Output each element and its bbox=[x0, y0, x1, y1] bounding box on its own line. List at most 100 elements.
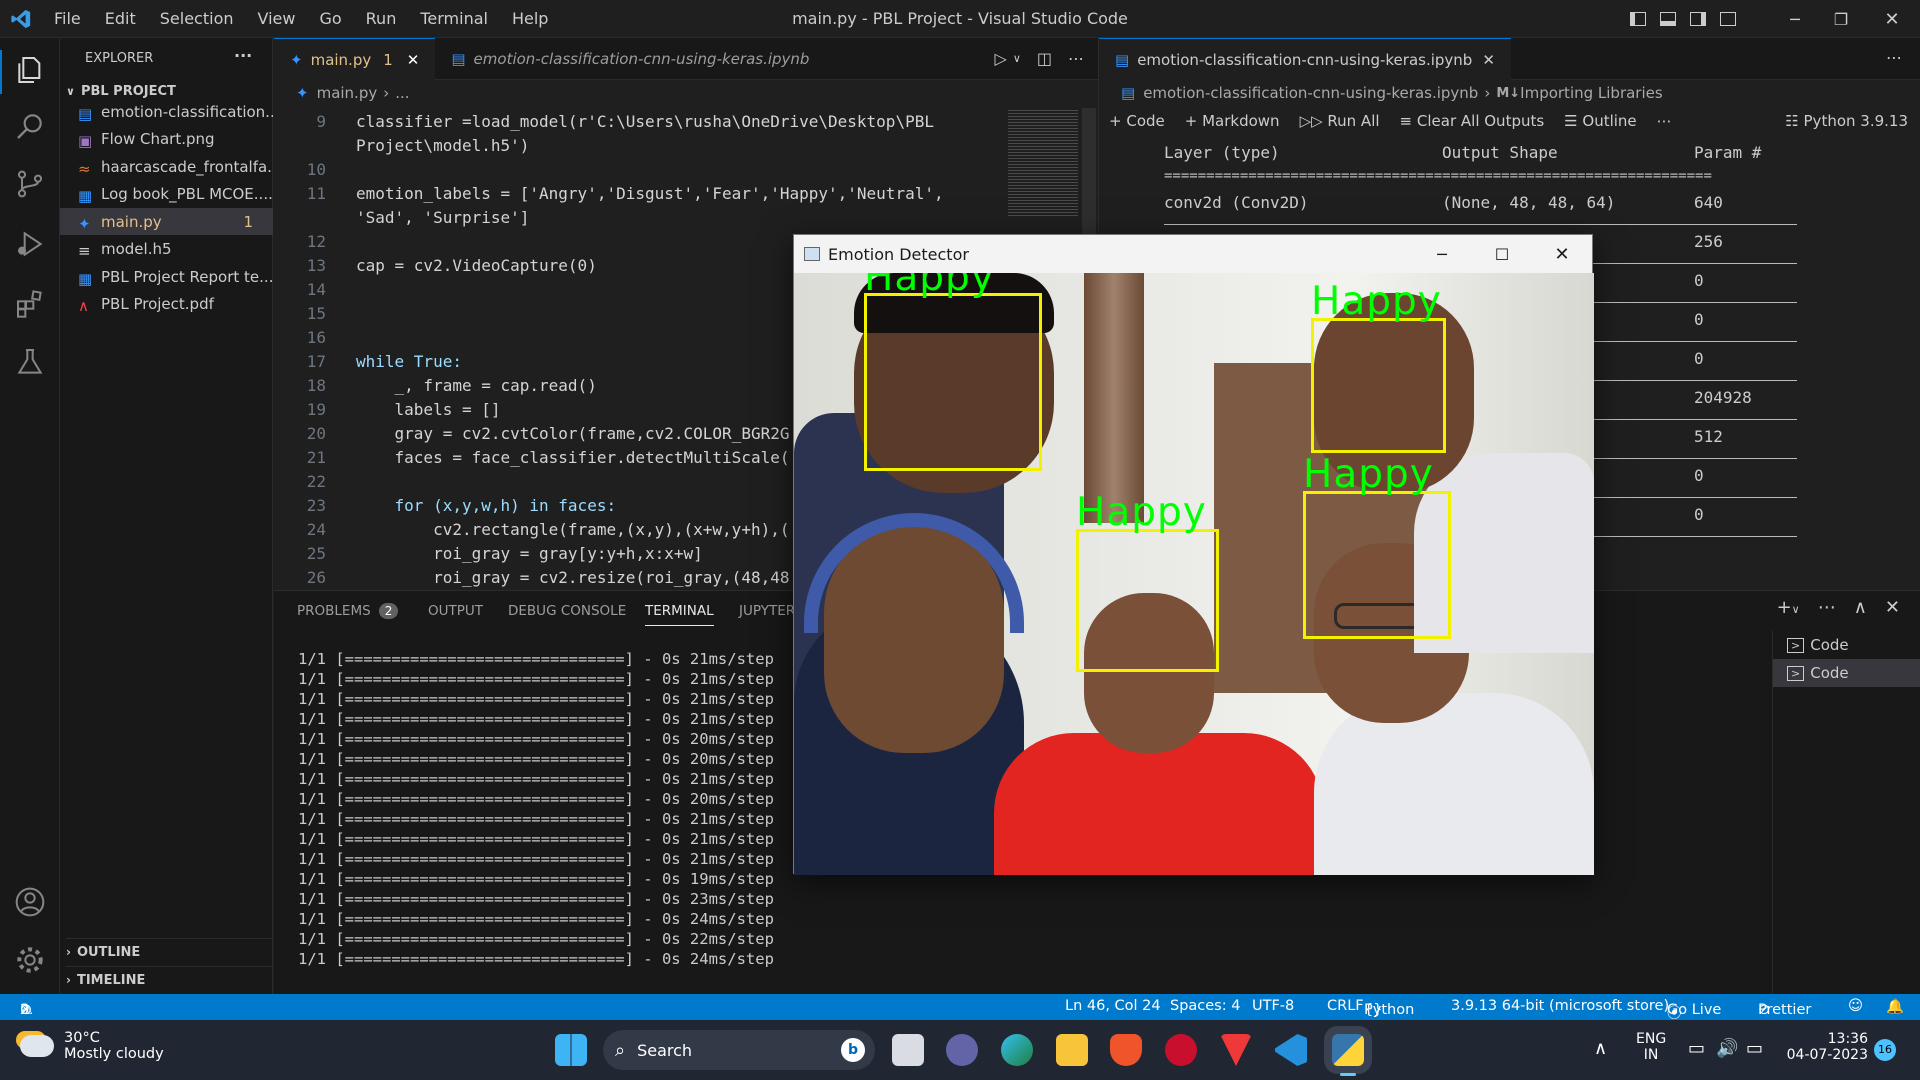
search-icon[interactable] bbox=[14, 110, 46, 142]
brave-browser-icon[interactable] bbox=[1110, 1034, 1142, 1066]
interpreter[interactable]: 3.9.13 64-bit (microsoft store) bbox=[1451, 998, 1669, 1014]
python-taskbar-icon[interactable] bbox=[1332, 1034, 1364, 1066]
run-all-button[interactable]: ▷▷ Run All bbox=[1300, 112, 1380, 130]
outline-section[interactable]: › OUTLINE bbox=[66, 938, 273, 960]
file-item[interactable]: ≡ model.h5 bbox=[60, 236, 273, 263]
windows-start-icon[interactable] bbox=[555, 1034, 587, 1066]
add-markdown-cell-button[interactable]: + Markdown bbox=[1185, 112, 1280, 130]
menu-item-terminal[interactable]: Terminal bbox=[420, 9, 488, 28]
indentation[interactable]: Spaces: 4 bbox=[1170, 998, 1240, 1014]
split-editor-icon[interactable]: ◫ bbox=[1037, 49, 1052, 68]
battery-icon[interactable]: ▭ bbox=[1746, 1038, 1763, 1059]
more-actions-icon[interactable]: ⋯ bbox=[1818, 597, 1836, 618]
notifications-bell-icon[interactable]: 🔔 bbox=[1886, 998, 1904, 1015]
tab-output[interactable]: OUTPUT bbox=[428, 603, 483, 619]
network-icon[interactable]: ▭ bbox=[1688, 1038, 1705, 1059]
minimap[interactable] bbox=[1008, 108, 1078, 218]
tab-main-py[interactable]: ✦ main.py 1 ✕ bbox=[274, 38, 436, 80]
taskbar-search[interactable]: ⌕ Search b bbox=[603, 1030, 875, 1070]
close-tab-icon[interactable]: ✕ bbox=[1482, 51, 1495, 69]
vscode-taskbar-icon[interactable] bbox=[1275, 1034, 1307, 1066]
file-item[interactable]: ▤ emotion-classification... bbox=[60, 98, 273, 125]
explorer-icon[interactable] bbox=[14, 54, 46, 86]
popup-close-button[interactable]: ✕ bbox=[1532, 244, 1592, 265]
tab-notebook[interactable]: ▤ emotion-classification-cnn-using-keras… bbox=[435, 38, 825, 80]
menu-item-view[interactable]: View bbox=[258, 9, 296, 28]
terminal-list-item[interactable]: > Code bbox=[1773, 631, 1920, 659]
run-file-icon[interactable]: ▷ bbox=[995, 49, 1007, 68]
terminal-output[interactable]: 1/1 [==============================] - 0… bbox=[298, 649, 774, 969]
close-window-button[interactable]: ✕ bbox=[1864, 9, 1920, 30]
vivaldi-icon[interactable] bbox=[1220, 1034, 1252, 1066]
maximize-panel-icon[interactable]: ∧ bbox=[1854, 597, 1867, 618]
popup-minimize-button[interactable]: ─ bbox=[1412, 245, 1472, 264]
tab-debug-console[interactable]: DEBUG CONSOLE bbox=[508, 603, 626, 619]
source-control-icon[interactable] bbox=[14, 168, 46, 200]
more-actions-icon[interactable]: ⋯ bbox=[1657, 112, 1672, 130]
file-item[interactable]: ▦ Log book_PBL MCOE.... bbox=[60, 181, 273, 208]
file-explorer-icon[interactable] bbox=[1056, 1034, 1088, 1066]
cursor-position[interactable]: Ln 46, Col 24 bbox=[1065, 998, 1161, 1014]
edge-browser-icon[interactable] bbox=[1001, 1034, 1033, 1066]
new-terminal-icon[interactable]: +∨ bbox=[1777, 597, 1800, 618]
activity-bar bbox=[0, 38, 60, 994]
file-item[interactable]: ≈ haarcascade_frontalfa... bbox=[60, 153, 273, 180]
toggle-panel-icon[interactable] bbox=[1660, 12, 1676, 26]
tab-problems[interactable]: PROBLEMS 2 bbox=[297, 603, 399, 619]
encoding[interactable]: UTF-8 bbox=[1252, 998, 1294, 1014]
tab-notebook-active[interactable]: ▤ emotion-classification-cnn-using-keras… bbox=[1099, 38, 1511, 80]
toggle-sidebar-icon[interactable] bbox=[1630, 12, 1646, 26]
project-folder-header[interactable]: ∨ PBL PROJECT bbox=[66, 84, 176, 99]
feedback-icon[interactable]: ☺ bbox=[1848, 998, 1863, 1014]
menu-item-go[interactable]: Go bbox=[319, 9, 341, 28]
timeline-section[interactable]: › TIMELINE bbox=[66, 966, 273, 988]
account-icon[interactable] bbox=[14, 886, 46, 918]
status-bar: ⊗ 0 ⚠ 2 Ln 46, Col 24 Spaces: 4 UTF-8 CR… bbox=[0, 994, 1920, 1022]
weather-widget[interactable]: 30°C Mostly cloudy bbox=[20, 1030, 164, 1062]
show-hidden-icons[interactable]: ∧ bbox=[1594, 1038, 1607, 1059]
outline-button[interactable]: ☰ Outline bbox=[1564, 112, 1636, 130]
menu-item-run[interactable]: Run bbox=[366, 9, 397, 28]
mcafee-icon[interactable] bbox=[1165, 1034, 1197, 1066]
file-item[interactable]: ▦ PBL Project Report te... bbox=[60, 263, 273, 290]
task-view-icon[interactable] bbox=[892, 1034, 924, 1066]
run-debug-icon[interactable] bbox=[14, 228, 46, 260]
testing-icon[interactable] bbox=[14, 346, 46, 378]
kernel-selector[interactable]: ☷ Python 3.9.13 bbox=[1785, 112, 1908, 130]
explorer-more-button[interactable]: ··· bbox=[234, 46, 252, 65]
file-item[interactable]: ∧ PBL Project.pdf bbox=[60, 291, 273, 318]
teams-chat-icon[interactable] bbox=[946, 1034, 978, 1066]
close-tab-icon[interactable]: ✕ bbox=[407, 51, 420, 69]
notification-badge[interactable]: 16 bbox=[1874, 1039, 1896, 1061]
close-panel-icon[interactable]: ✕ bbox=[1885, 597, 1900, 618]
settings-gear-icon[interactable] bbox=[14, 944, 46, 976]
restore-window-button[interactable]: ❐ bbox=[1818, 10, 1864, 29]
file-item[interactable]: ✦ main.py 1 bbox=[60, 208, 273, 235]
emotion-detector-window[interactable]: Emotion Detector ─ ☐ ✕ Happy Happy Happy… bbox=[793, 234, 1594, 875]
bing-icon: b bbox=[841, 1038, 865, 1062]
menu-item-edit[interactable]: Edit bbox=[105, 9, 136, 28]
extensions-icon[interactable] bbox=[14, 288, 46, 320]
more-actions-icon[interactable]: ⋯ bbox=[1886, 48, 1902, 79]
menu-item-selection[interactable]: Selection bbox=[160, 9, 234, 28]
terminal-list-item[interactable]: > Code bbox=[1773, 659, 1920, 687]
toggle-secondary-sidebar-icon[interactable] bbox=[1690, 12, 1706, 26]
notebook-icon: ▤ bbox=[1121, 84, 1136, 102]
customize-layout-icon[interactable] bbox=[1720, 12, 1736, 26]
popup-maximize-button[interactable]: ☐ bbox=[1472, 245, 1532, 264]
add-code-cell-button[interactable]: + Code bbox=[1109, 112, 1165, 130]
language-indicator[interactable]: ENG IN bbox=[1636, 1031, 1666, 1063]
menu-item-help[interactable]: Help bbox=[512, 9, 548, 28]
tab-jupyter[interactable]: JUPYTER bbox=[739, 603, 795, 619]
word-icon: ▦ bbox=[78, 269, 93, 288]
volume-icon[interactable]: 🔊 bbox=[1716, 1038, 1738, 1059]
more-actions-icon[interactable]: ⋯ bbox=[1068, 49, 1084, 68]
chevron-down-icon[interactable]: ∨ bbox=[1013, 52, 1021, 65]
minimize-window-button[interactable]: ─ bbox=[1772, 10, 1818, 29]
tab-terminal[interactable]: TERMINAL bbox=[645, 603, 714, 626]
clock[interactable]: 13:36 04-07-2023 bbox=[1786, 1031, 1868, 1063]
line-ending[interactable]: CRLF bbox=[1327, 998, 1364, 1014]
file-item[interactable]: ▣ Flow Chart.png bbox=[60, 126, 273, 153]
clear-outputs-button[interactable]: ≡ Clear All Outputs bbox=[1400, 112, 1545, 130]
menu-item-file[interactable]: File bbox=[54, 9, 81, 28]
